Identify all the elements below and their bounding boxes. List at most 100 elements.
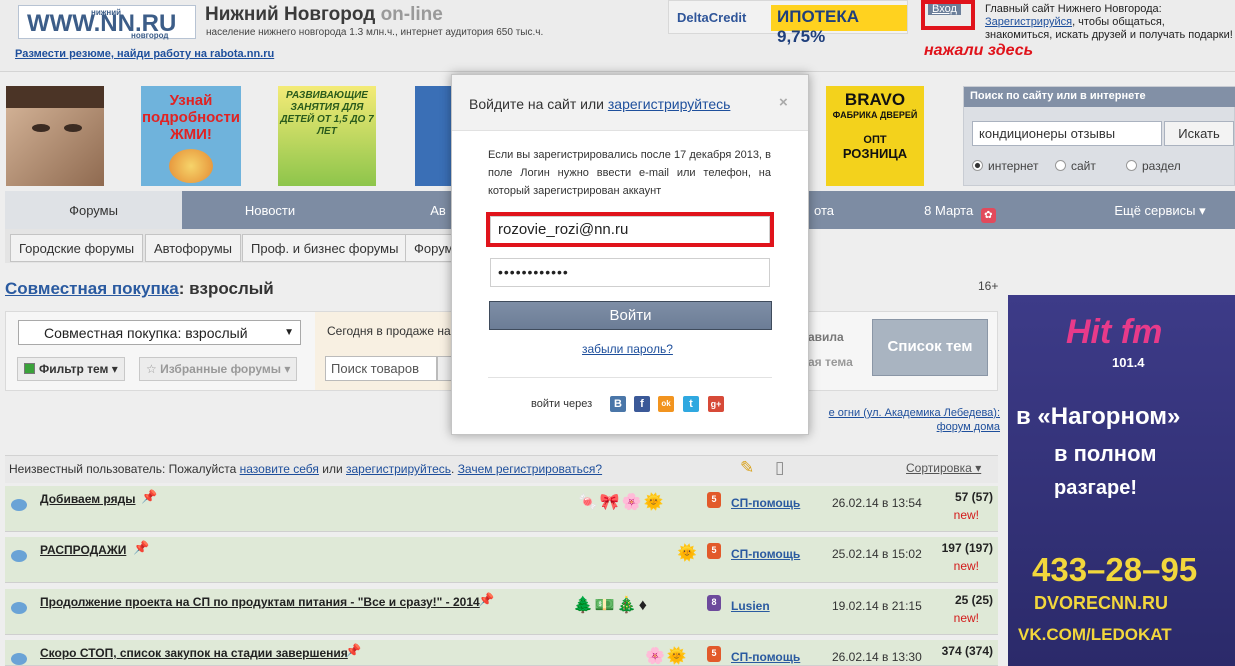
banner-kids[interactable]: РАЗВИВАЮЩИЕ ЗАНЯТИЯ ДЛЯ ДЕТЕЙ ОТ 1,5 ДО …: [278, 86, 376, 186]
topic-author[interactable]: Lusien: [731, 599, 770, 613]
search-button[interactable]: Искать: [1164, 121, 1234, 146]
table-row[interactable]: Продолжение проекта на СП по продуктам п…: [5, 589, 998, 635]
modal-note: Если вы зарегистрировались после 17 дека…: [488, 149, 771, 197]
topic-author[interactable]: СП-помощь: [731, 547, 800, 561]
nav-march8-label: 8 Марта: [924, 203, 974, 218]
close-icon[interactable]: ×: [779, 94, 788, 111]
goods-search-input[interactable]: Поиск товаров: [325, 356, 437, 381]
table-row[interactable]: Добиваем ряды 📌 🍬🎀🌸🌞 5 СП-помощь 26.02.1…: [5, 486, 998, 532]
sort-dropdown[interactable]: Сортировка ▾: [906, 461, 981, 475]
register-link[interactable]: зарегистрируйтесь: [346, 462, 451, 476]
login-via-label: войти через: [531, 398, 593, 410]
radio-label: интернет: [988, 159, 1039, 173]
banner-partial[interactable]: [415, 86, 451, 186]
nav-march8[interactable]: 8 Марта ✿: [885, 191, 1035, 229]
hitfm-freq: 101.4: [1112, 355, 1145, 370]
rabota-link[interactable]: Размести резюме, найди работу на rabota.…: [15, 48, 274, 60]
breadcrumb-rest: : взрослый: [178, 279, 274, 298]
banner-face-eye: [64, 124, 82, 132]
hitfm-line2: в полном: [1054, 441, 1157, 466]
topic-author[interactable]: СП-помощь: [731, 496, 800, 510]
radio-icon: [1055, 160, 1066, 171]
topic-date: 25.02.14 в 15:02: [832, 547, 922, 561]
vk-icon[interactable]: В: [610, 396, 626, 412]
forgot-password-link[interactable]: забыли пароль?: [582, 342, 673, 356]
new-topic-button[interactable]: ая тема: [808, 355, 853, 369]
speech-bubble-icon: [11, 550, 27, 562]
nav-news[interactable]: Новости: [182, 191, 358, 229]
site-logo[interactable]: нижний WWW.NN.RU новгород: [18, 5, 196, 40]
topic-title[interactable]: РАСПРОДАЖИ: [40, 543, 126, 557]
banner-face[interactable]: [6, 86, 104, 186]
header-info: Главный сайт Нижнего Новгорода: Зарегист…: [985, 3, 1235, 42]
search-panel: Поиск по сайту или в интернете кондицион…: [963, 86, 1235, 186]
gift-icons: 🍬🎀🌸🌞: [578, 494, 666, 511]
search-title: Поиск по сайту или в интернете: [964, 87, 1235, 107]
doc-disabled-icon: ▯: [775, 458, 785, 477]
banner-bravo[interactable]: BRAVO ФАБРИКА ДВЕРЕЙ ОПТ РОЗНИЦА: [826, 86, 924, 186]
topic-title[interactable]: Скоро СТОП, список закупок на стадии зав…: [40, 646, 348, 660]
radio-checked-icon: [972, 160, 983, 171]
deltacredit-ad[interactable]: DeltaCredit ИПОТЕКА 9,75%: [668, 0, 908, 46]
nav-forums[interactable]: Форумы: [5, 191, 182, 229]
forum-select[interactable]: Совместная покупка: взрослый ▼: [18, 320, 301, 345]
topic-title[interactable]: Продолжение проекта на СП по продуктам п…: [40, 595, 480, 609]
globe-icon: [169, 149, 213, 183]
topic-list-button[interactable]: Список тем: [872, 319, 988, 376]
header-register-link[interactable]: Зарегистрируйся: [985, 16, 1072, 28]
pin-icon: 📌: [478, 592, 495, 607]
gift-icons: 🌲💵🎄♦: [573, 597, 649, 614]
favorite-label: Избранные форумы: [160, 362, 282, 376]
modal-title-prefix: Войдите на сайт или: [469, 96, 608, 112]
topic-author[interactable]: СП-помощь: [731, 650, 800, 664]
nav-more-services[interactable]: Ещё сервисы ▾: [1085, 191, 1235, 229]
banner-learn[interactable]: Узнай подробности ЖМИ!: [141, 86, 241, 186]
pin-icon: 📌: [133, 540, 150, 555]
favorite-forums-button[interactable]: ☆ Избранные форумы ▾: [139, 357, 298, 381]
modal-register-link[interactable]: зарегистрируйтесь: [608, 96, 731, 112]
google-plus-icon[interactable]: g+: [708, 396, 724, 412]
user-bar-prefix: Неизвестный пользователь: Пожалуйста: [9, 462, 237, 476]
topic-title[interactable]: Добиваем ряды: [40, 492, 135, 506]
edit-disabled-icon: ✎: [740, 458, 755, 477]
password-field[interactable]: ••••••••••••: [490, 258, 770, 287]
subnav-city-forums[interactable]: Городские форумы: [10, 234, 144, 262]
forum-ad-link[interactable]: е огни (ул. Академика Лебедева): форум д…: [806, 406, 1000, 434]
level-badge-icon: 5: [707, 646, 721, 662]
radio-internet[interactable]: интернет: [972, 159, 1038, 173]
banner-learn-text3: ЖМИ!: [170, 126, 212, 143]
site-subtitle: население нижнего новгорода 1.3 млн.ч., …: [206, 27, 544, 38]
breadcrumb-link[interactable]: Совместная покупка: [5, 279, 179, 298]
login-name-link[interactable]: назовите себя: [240, 462, 319, 476]
filter-topics-button[interactable]: Фильтр тем ▾: [17, 357, 125, 381]
table-row[interactable]: Скоро СТОП, список закупок на стадии зав…: [5, 640, 998, 666]
odnoklassniki-icon[interactable]: ok: [658, 396, 674, 412]
pin-icon: 📌: [141, 489, 158, 504]
forum-select-value: Совместная покупка: взрослый: [44, 325, 248, 341]
radio-section[interactable]: раздел: [1126, 159, 1181, 173]
why-register-link[interactable]: Зачем регистрироваться?: [458, 462, 602, 476]
topic-date: 26.02.14 в 13:30: [832, 650, 922, 664]
sub-nav: Городские форумы Автофорумы Проф. и бизн…: [5, 229, 475, 263]
login-submit-button[interactable]: Войти: [489, 301, 772, 330]
hitfm-line3: разгаре!: [1054, 477, 1137, 499]
twitter-icon[interactable]: t: [683, 396, 699, 412]
rules-button[interactable]: авила: [808, 330, 844, 344]
nav-work[interactable]: ота: [809, 191, 839, 229]
search-input[interactable]: кондиционеры отзывы: [972, 121, 1162, 146]
hitfm-site: DVORECNN.RU: [1034, 593, 1169, 613]
star-icon: ☆: [146, 362, 157, 376]
subnav-business-forums[interactable]: Проф. и бизнес форумы: [242, 234, 408, 262]
ipoteka-text: ИПОТЕКА 9,75%: [771, 5, 907, 46]
facebook-icon[interactable]: f: [634, 396, 650, 412]
hitfm-ad[interactable]: Hit fm 101.4 в «Нагорном» в полном разга…: [1008, 295, 1235, 666]
banner-kids-text: РАЗВИВАЮЩИЕ ЗАНЯТИЯ ДЛЯ ДЕТЕЙ ОТ 1,5 ДО …: [280, 90, 374, 137]
modal-title: Войдите на сайт или зарегистрируйтесь: [469, 96, 730, 112]
speech-bubble-icon: [11, 499, 27, 511]
table-row[interactable]: РАСПРОДАЖИ 📌 🌞 5 СП-помощь 25.02.14 в 15…: [5, 537, 998, 583]
subnav-auto-forums[interactable]: Автофорумы: [145, 234, 241, 262]
topic-new: new!: [953, 559, 979, 573]
radio-site[interactable]: сайт: [1055, 159, 1096, 173]
radio-label: сайт: [1071, 159, 1096, 173]
topic-new: new!: [953, 611, 979, 625]
